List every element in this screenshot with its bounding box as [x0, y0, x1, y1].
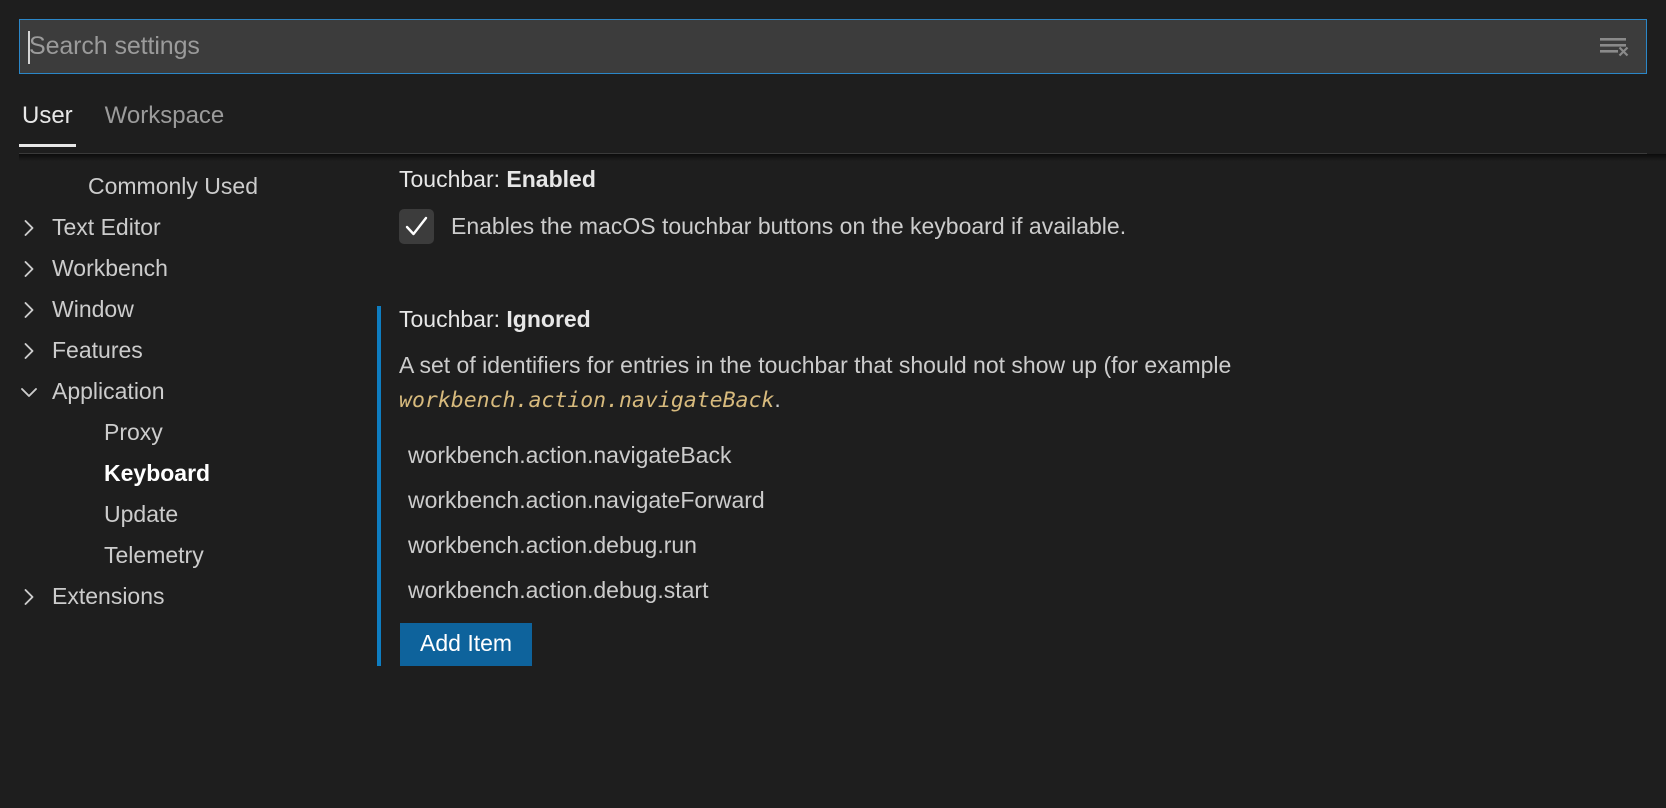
tab-user[interactable]: User [19, 94, 76, 147]
toc-item-keyboard[interactable]: Keyboard [0, 453, 361, 494]
setting-description: Enables the macOS touchbar buttons on th… [451, 213, 1127, 239]
list-item-label: workbench.action.debug.run [408, 531, 697, 558]
setting-description: A set of identifiers for entries in the … [399, 349, 1349, 417]
toc-item-telemetry[interactable]: Telemetry [0, 535, 361, 576]
toc-item-features[interactable]: Features [0, 330, 361, 371]
toc-item-label: Extensions [52, 583, 165, 609]
toc-item-update[interactable]: Update [0, 494, 361, 535]
tab-workspace[interactable]: Workspace [102, 94, 228, 130]
touchbar-ignored-list[interactable]: workbench.action.navigateBack workbench.… [399, 433, 1666, 666]
setting-title: Touchbar: Enabled [399, 166, 1666, 193]
chevron-right-icon[interactable] [16, 584, 42, 610]
setting-key: Ignored [506, 306, 591, 332]
toc-item-label: Application [52, 378, 165, 404]
toc-item-workbench[interactable]: Workbench [0, 248, 361, 289]
setting-key: Enabled [506, 166, 596, 192]
toc-item-label: Workbench [52, 255, 168, 281]
setting-category: Touchbar: [399, 306, 507, 332]
touchbar-enabled-checkbox[interactable] [399, 209, 434, 244]
toc-item-application[interactable]: Application [0, 371, 361, 412]
setting-row-touchbar-ignored[interactable]: Touchbar: Ignored A set of identifiers f… [377, 306, 1666, 666]
setting-title: Touchbar: Ignored [399, 306, 1666, 333]
list-item-label: workbench.action.debug.start [408, 576, 709, 603]
setting-category: Touchbar: [399, 166, 507, 192]
toc-item-label: Telemetry [104, 542, 204, 568]
setting-checkbox-line: Enables the macOS touchbar buttons on th… [399, 209, 1666, 244]
toc-item-proxy[interactable]: Proxy [0, 412, 361, 453]
toc-item-label: Window [52, 296, 134, 322]
list-item[interactable]: workbench.action.navigateForward [399, 478, 1666, 523]
settings-editor: Search settings User Workspace Commonly … [0, 0, 1666, 808]
settings-scope-tabs: User Workspace [0, 94, 1666, 154]
chevron-right-icon[interactable] [16, 338, 42, 364]
toc-item-label: Text Editor [52, 214, 161, 240]
settings-body: Commonly Used Text Editor Workbench Wind… [0, 154, 1666, 808]
toc-item-label: Commonly Used [88, 173, 258, 199]
chevron-right-icon[interactable] [16, 215, 42, 241]
search-input[interactable]: Search settings [29, 32, 200, 61]
toc-item-label: Proxy [104, 419, 163, 445]
toc-item-commonly-used[interactable]: Commonly Used [0, 166, 361, 207]
toc-item-window[interactable]: Window [0, 289, 361, 330]
chevron-right-icon[interactable] [16, 256, 42, 282]
setting-description-suffix: . [774, 385, 781, 412]
clear-filters-icon[interactable] [1598, 33, 1632, 61]
settings-list: Touchbar: Enabled Enables the macOS touc… [361, 154, 1666, 808]
toc-item-extensions[interactable]: Extensions [0, 576, 361, 617]
search-settings-box[interactable]: Search settings [19, 19, 1647, 74]
search-actions [1598, 33, 1632, 61]
list-item[interactable]: workbench.action.navigateBack [399, 433, 1666, 478]
toc-item-text-editor[interactable]: Text Editor [0, 207, 361, 248]
toc-item-label: Update [104, 501, 179, 527]
toc-item-label: Keyboard [104, 460, 211, 486]
setting-description-code: workbench.action.navigateBack [399, 387, 775, 413]
list-item-label: workbench.action.navigateForward [408, 486, 765, 513]
list-item[interactable]: workbench.action.debug.start [399, 568, 1666, 613]
list-item[interactable]: workbench.action.debug.run [399, 523, 1666, 568]
add-item-button[interactable]: Add Item [400, 622, 533, 666]
setting-row-touchbar-enabled[interactable]: Touchbar: Enabled Enables the macOS touc… [377, 166, 1666, 244]
setting-description-text: A set of identifiers for entries in the … [399, 352, 1232, 378]
settings-toc[interactable]: Commonly Used Text Editor Workbench Wind… [0, 154, 361, 808]
toc-item-label: Features [52, 337, 143, 363]
settings-search-header: Search settings [0, 0, 1666, 74]
text-cursor [28, 31, 30, 64]
list-item-label: workbench.action.navigateBack [408, 441, 732, 468]
chevron-down-icon[interactable] [16, 379, 42, 405]
chevron-right-icon[interactable] [16, 297, 42, 323]
